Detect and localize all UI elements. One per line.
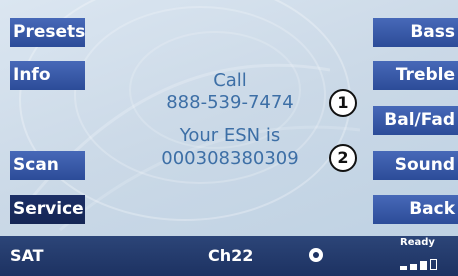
back-button[interactable]: Back	[373, 195, 458, 224]
channel-label: Ch22	[208, 246, 254, 265]
radio-dot-icon	[309, 248, 323, 262]
signal-bar-3	[420, 261, 427, 270]
treble-button[interactable]: Treble	[373, 61, 458, 90]
ready-label: Ready	[400, 237, 435, 248]
signal-bar-4	[430, 259, 437, 270]
scan-button[interactable]: Scan	[10, 151, 85, 180]
status-bar: SAT Ch22 Ready	[0, 236, 458, 276]
bal-fad-button[interactable]: Bal/Fad	[373, 106, 458, 135]
message-line-call: Call	[213, 70, 247, 91]
message-line-phone: 888-539-7474	[166, 92, 294, 113]
service-button[interactable]: Service	[10, 195, 85, 224]
signal-bar-2	[410, 264, 417, 270]
callout-marker-2: 2	[329, 144, 357, 172]
callout-marker-1: 1	[329, 89, 357, 117]
message-line-esn-label: Your ESN is	[179, 125, 281, 146]
band-label: SAT	[10, 246, 44, 265]
bass-button[interactable]: Bass	[373, 18, 458, 47]
signal-strength-icon	[400, 254, 450, 270]
message-line-esn-number: 000308380309	[161, 148, 299, 169]
presets-button[interactable]: Presets	[10, 18, 85, 47]
signal-bar-1	[400, 266, 407, 270]
sound-button[interactable]: Sound	[373, 151, 458, 180]
info-button[interactable]: Info	[10, 61, 85, 90]
display-screen: Presets Info Scan Service Bass Treble Ba…	[0, 0, 458, 276]
